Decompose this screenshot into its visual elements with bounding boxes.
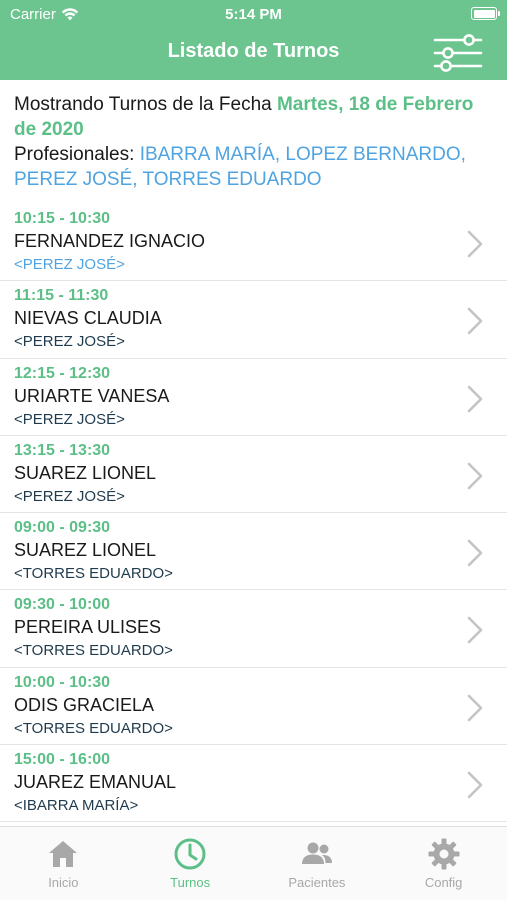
filter-sliders-icon[interactable]: [433, 34, 483, 72]
tab-icon-wrap: [300, 837, 334, 871]
professionals-prefix: Profesionales:: [14, 144, 135, 165]
appointment-row[interactable]: 12:15 - 12:30 URIARTE VANESA <PEREZ JOSÉ>: [0, 359, 507, 436]
date-info: Mostrando Turnos de la Fecha Martes, 18 …: [14, 92, 496, 192]
patient-name: SUAREZ LIONEL: [14, 462, 157, 483]
appointment-time: 09:30 - 10:00: [14, 596, 111, 614]
appointment-row[interactable]: 11:15 - 11:30 NIEVAS CLAUDIA <PEREZ JOSÉ>: [0, 281, 507, 359]
tab-icon-wrap: [427, 837, 461, 871]
appointment-row[interactable]: 09:00 - 09:30 SUAREZ LIONEL <TORRES EDUARD…: [0, 513, 507, 591]
tab-turnos[interactable]: Turnos: [127, 827, 254, 900]
appointment-time: 13:15 - 13:30: [14, 441, 111, 459]
appointment-time: 10:15 - 10:30: [14, 210, 111, 227]
appointments-list: 10:15 - 10:30 FERNANDEZ IGNACIO <PEREZ JOS…: [0, 204, 507, 826]
professional-name: <PEREZ JOSÉ>: [14, 333, 125, 351]
chevron-right-icon: [467, 230, 483, 258]
date-line: Mostrando Turnos de la Fecha Martes, 18 …: [14, 92, 496, 142]
tab-icon-wrap: [46, 837, 80, 871]
tab-config[interactable]: Config: [380, 827, 507, 900]
appointment-time: 09:00 - 09:30: [14, 519, 111, 537]
appointment-time: 11:15 - 11:30: [14, 287, 109, 305]
tab-label: Pacientes: [288, 875, 346, 890]
app-header: Carrier 5:14 PM Listado de Turnos: [0, 0, 507, 80]
appointment-time: 12:15 - 12:30: [14, 364, 111, 382]
patient-name: JUAREZ EMANUAL: [14, 772, 177, 793]
tab-label: Inicio: [48, 875, 79, 890]
chevron-right-icon: [467, 617, 483, 644]
professional-name: <TORRES EDUARDO>: [14, 719, 173, 737]
tab-label: Turnos: [170, 875, 211, 890]
appointment-time: 10:00 - 10:30: [14, 673, 111, 691]
battery-icon: [471, 7, 500, 20]
patient-name: ODIS GRACIELA: [14, 694, 155, 715]
chevron-right-icon: [467, 462, 483, 490]
appointment-row[interactable]: 10:00 - 10:30 ODIS GRACIELA <TORRES EDUARD…: [0, 668, 507, 746]
chevron-right-icon: [467, 539, 483, 567]
professional-name: <PEREZ JOSÉ>: [14, 256, 125, 273]
patient-name: FERNANDEZ IGNACIO: [14, 231, 206, 251]
chevron-right-icon: [467, 694, 483, 722]
tab-label: Config: [424, 875, 463, 890]
tab-inicio[interactable]: Inicio: [0, 827, 127, 900]
clock-icon: [174, 838, 206, 870]
users-icon: [301, 842, 332, 864]
chevron-right-icon: [467, 385, 483, 412]
chevron-right-icon: [467, 307, 483, 335]
tab-bar: Inicio Turnos Pacientes Config: [0, 826, 507, 900]
professional-name: <TORRES EDUARDO>: [14, 565, 173, 583]
tab-pacientes[interactable]: Pacientes: [254, 827, 381, 900]
date-prefix: Mostrando Turnos de la Fecha: [14, 94, 272, 115]
gear-icon: [428, 838, 460, 870]
home-icon: [49, 841, 78, 867]
status-bar: Carrier 5:14 PM: [0, 0, 507, 28]
chevron-right-icon: [467, 771, 483, 799]
professional-name: <PEREZ JOSÉ>: [14, 487, 125, 505]
professional-name: <PEREZ JOSÉ>: [14, 410, 125, 428]
professional-name: <TORRES EDUARDO>: [14, 642, 173, 660]
patient-name: URIARTE VANESA: [14, 385, 170, 406]
status-time: 5:14 PM: [225, 6, 282, 23]
appointment-row[interactable]: 09:30 - 10:00 PEREIRA ULISES <TORRES EDUAR…: [0, 590, 507, 668]
patient-name: SUAREZ LIONEL: [14, 540, 157, 561]
appointment-time: 15:00 - 16:00: [14, 751, 111, 769]
patient-name: NIEVAS CLAUDIA: [14, 308, 162, 329]
appointment-row[interactable]: 15:00 - 16:00 JUAREZ EMANUAL <IBARRA MARÍA…: [0, 745, 507, 823]
professional-name: <IBARRA MARÍA>: [14, 797, 139, 815]
appointment-row[interactable]: 13:15 - 13:30 SUAREZ LIONEL <PEREZ JOSÉ>: [0, 436, 507, 514]
tab-icon-wrap: [173, 837, 207, 871]
appointment-row[interactable]: 10:15 - 10:30 FERNANDEZ IGNACIO <PEREZ JOS…: [0, 204, 507, 282]
professionals-line: Profesionales: IBARRA MARÍA, LOPEZ BERNA…: [14, 142, 496, 192]
patient-name: PEREIRA ULISES: [14, 617, 162, 638]
page-title: Listado de Turnos: [167, 40, 340, 62]
